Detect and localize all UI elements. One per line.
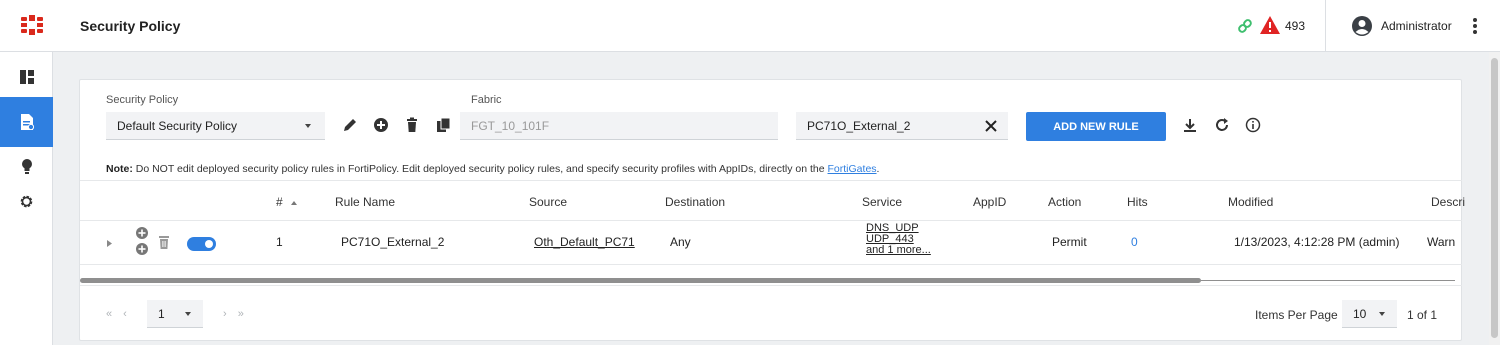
cell-source-link[interactable]: Oth_Default_PC71 bbox=[534, 235, 635, 249]
page-number-value: 1 bbox=[158, 307, 165, 321]
security-policy-value: Default Security Policy bbox=[117, 119, 238, 133]
column-header-source[interactable]: Source bbox=[529, 195, 567, 209]
column-header-service[interactable]: Service bbox=[862, 195, 902, 209]
first-prev-page-icons[interactable]: « ‹ bbox=[106, 308, 131, 320]
policy-document-icon bbox=[20, 114, 34, 130]
items-per-page-select[interactable]: 10 bbox=[1342, 300, 1397, 328]
clear-icon[interactable] bbox=[984, 119, 998, 133]
alert-icon[interactable] bbox=[1259, 15, 1281, 35]
nav-security-policy[interactable] bbox=[0, 97, 53, 147]
column-header-appid[interactable]: AppID bbox=[973, 195, 1006, 209]
dashboard-icon bbox=[19, 70, 34, 84]
security-policy-select[interactable]: Default Security Policy bbox=[106, 112, 325, 140]
page-count: 1 of 1 bbox=[1407, 308, 1438, 322]
insert-above-icon[interactable] bbox=[136, 227, 148, 239]
cell-hits-link[interactable]: 0 bbox=[1131, 235, 1138, 249]
side-nav bbox=[0, 52, 53, 345]
header-divider bbox=[1325, 0, 1326, 52]
note-text: Do NOT edit deployed security policy rul… bbox=[132, 163, 828, 175]
info-icon[interactable] bbox=[1245, 117, 1261, 133]
next-last-page-icons[interactable]: › » bbox=[223, 308, 248, 320]
fortigates-link[interactable]: FortiGates bbox=[828, 163, 877, 175]
edit-icon[interactable] bbox=[342, 117, 358, 133]
table-row[interactable]: 1 PC71O_External_2 Oth_Default_PC71 Any … bbox=[80, 221, 1462, 265]
fortinet-logo[interactable] bbox=[21, 15, 43, 35]
connection-status-icon[interactable] bbox=[1236, 17, 1254, 35]
fabric-field: FGT_10_101F bbox=[460, 112, 778, 140]
copy-icon[interactable] bbox=[436, 117, 452, 133]
table-header: # Rule Name Source Destination Service A… bbox=[80, 180, 1465, 221]
page-number-select[interactable]: 1 bbox=[147, 300, 203, 328]
cell-number: 1 bbox=[276, 235, 283, 249]
note-prefix: Note: bbox=[106, 163, 133, 175]
column-header-destination[interactable]: Destination bbox=[665, 195, 725, 209]
chevron-down-icon bbox=[185, 312, 191, 316]
insert-below-icon[interactable] bbox=[136, 243, 148, 255]
vertical-scrollbar[interactable] bbox=[1489, 52, 1500, 345]
nav-dashboard[interactable] bbox=[0, 52, 53, 102]
delete-row-icon[interactable] bbox=[158, 235, 170, 249]
rule-filter-value: PC71O_External_2 bbox=[807, 119, 911, 133]
cell-modified: 1/13/2023, 4:12:28 PM (admin) bbox=[1234, 235, 1400, 249]
refresh-icon[interactable] bbox=[1214, 117, 1230, 133]
service-more-link[interactable]: and 1 more... bbox=[866, 245, 931, 256]
column-header-action[interactable]: Action bbox=[1048, 195, 1081, 209]
page-title: Security Policy bbox=[80, 18, 181, 34]
download-icon[interactable] bbox=[1182, 117, 1198, 133]
cell-destination: Any bbox=[670, 235, 691, 249]
horizontal-scroll-thumb[interactable] bbox=[80, 278, 1201, 283]
vertical-scroll-thumb[interactable] bbox=[1491, 58, 1498, 338]
items-per-page-label: Items Per Page bbox=[1255, 308, 1338, 322]
items-per-page-value: 10 bbox=[1353, 307, 1367, 321]
user-name[interactable]: Administrator bbox=[1381, 19, 1452, 33]
rule-filter-input[interactable]: PC71O_External_2 bbox=[796, 112, 1008, 140]
user-avatar-icon[interactable] bbox=[1351, 15, 1373, 37]
horizontal-scroll-track bbox=[1201, 280, 1455, 281]
more-menu-icon[interactable] bbox=[1471, 16, 1479, 36]
policy-card: Security Policy Default Security Policy … bbox=[79, 79, 1465, 341]
alert-count[interactable]: 493 bbox=[1285, 19, 1305, 33]
gear-icon bbox=[20, 195, 33, 207]
chevron-down-icon bbox=[1379, 312, 1385, 316]
sort-ascending-icon bbox=[290, 200, 297, 205]
chevron-down-icon bbox=[305, 124, 311, 128]
deployment-note: Note: Do NOT edit deployed security poli… bbox=[106, 163, 879, 175]
expand-row-icon[interactable] bbox=[107, 240, 113, 247]
toggle-knob bbox=[205, 240, 213, 248]
horizontal-scrollbar[interactable] bbox=[80, 278, 1455, 283]
cell-description: Warn bbox=[1427, 235, 1456, 249]
column-header-rule-name[interactable]: Rule Name bbox=[335, 195, 395, 209]
add-circle-icon[interactable] bbox=[373, 117, 389, 133]
fabric-label: Fabric bbox=[471, 94, 502, 106]
nav-settings[interactable] bbox=[0, 176, 53, 226]
column-header-modified[interactable]: Modified bbox=[1228, 195, 1273, 209]
lightbulb-icon bbox=[21, 159, 32, 174]
pagination-footer: « ‹ 1 › » Items Per Page 10 1 of 1 bbox=[80, 285, 1462, 341]
column-header-number[interactable]: # bbox=[276, 195, 297, 209]
rule-enabled-toggle[interactable] bbox=[187, 237, 216, 251]
fabric-value: FGT_10_101F bbox=[471, 119, 550, 133]
column-header-description[interactable]: Descri bbox=[1431, 195, 1465, 209]
delete-icon[interactable] bbox=[404, 117, 420, 133]
add-new-rule-button[interactable]: ADD NEW RULE bbox=[1026, 112, 1166, 141]
column-header-hits[interactable]: Hits bbox=[1127, 195, 1148, 209]
cell-rule-name: PC71O_External_2 bbox=[341, 235, 445, 249]
cell-action: Permit bbox=[1052, 235, 1087, 249]
top-header: Security Policy 493 Administrator bbox=[0, 0, 1500, 52]
security-policy-label: Security Policy bbox=[106, 94, 179, 106]
note-suffix: . bbox=[876, 163, 880, 175]
cell-service: DNS_UDP UDP_443 and 1 more... bbox=[866, 223, 931, 256]
